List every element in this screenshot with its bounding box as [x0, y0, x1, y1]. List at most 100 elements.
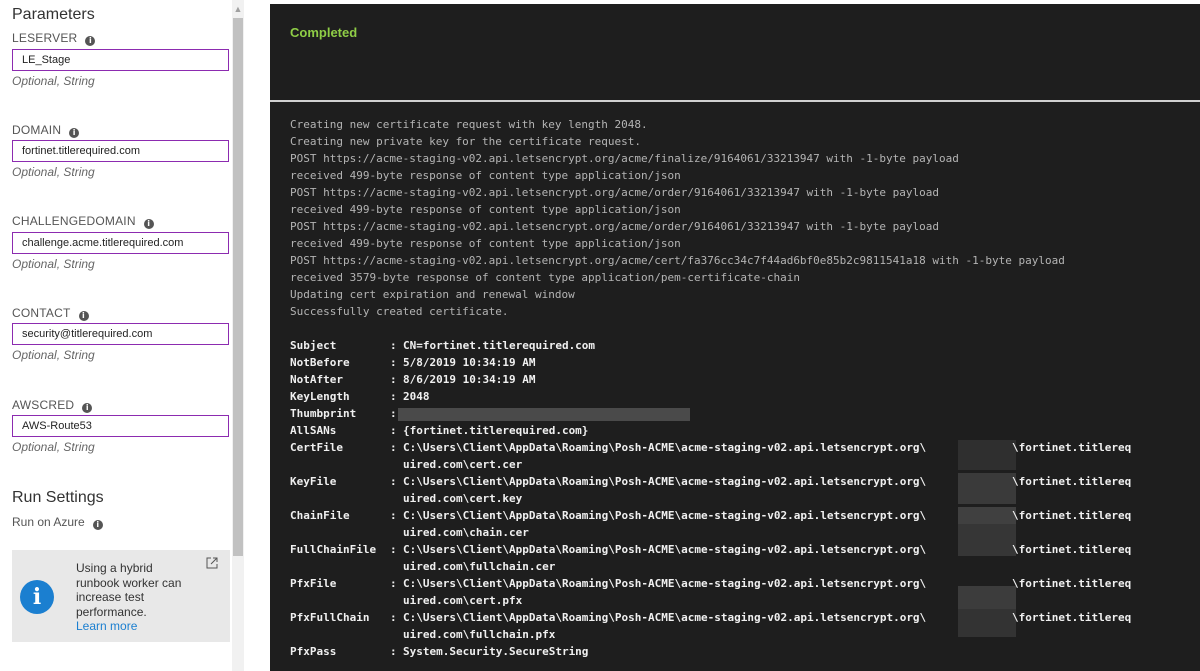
prop-value-end: \fortinet.titlereq [1012, 611, 1132, 624]
param-hint: Optional, String [12, 440, 95, 454]
domain-input[interactable] [12, 140, 229, 162]
prop-value: C:\Users\Client\AppData\Roaming\Posh-ACM… [403, 543, 927, 556]
prop-separator: : [390, 441, 397, 454]
prop-separator: : [390, 645, 397, 658]
param-hint: Optional, String [12, 348, 95, 362]
log-line: received 499-byte response of content ty… [290, 237, 681, 250]
leserver-input[interactable] [12, 49, 229, 71]
prop-key: PfxFullChain [290, 611, 370, 624]
prop-key: FullChainFile [290, 543, 377, 556]
prop-value: C:\Users\Client\AppData\Roaming\Posh-ACM… [403, 441, 927, 454]
prop-separator: : [390, 611, 397, 624]
info-icon[interactable]: i [143, 219, 154, 229]
prop-separator: : [390, 373, 397, 386]
param-hint: Optional, String [12, 74, 95, 88]
panel-gap [244, 0, 270, 671]
log-line: Updating cert expiration and renewal win… [290, 288, 575, 301]
param-label-challengedomain: CHALLENGEDOMAIN i [12, 214, 154, 229]
prop-key: KeyLength [290, 390, 350, 403]
redacted-path [958, 440, 1016, 470]
redacted-thumbprint [398, 408, 690, 421]
info-icon[interactable]: i [85, 36, 96, 46]
hybrid-worker-text: Using a hybrid runbook worker can increa… [76, 561, 182, 619]
job-status: Completed [290, 25, 358, 40]
log-line: received 499-byte response of content ty… [290, 169, 681, 182]
info-icon[interactable]: i [69, 128, 80, 138]
prop-key: AllSANs [290, 424, 337, 437]
redacted-path [958, 609, 1016, 637]
prop-key: NotBefore [290, 356, 350, 369]
prop-value: 5/8/2019 10:34:19 AM [403, 356, 536, 369]
awscred-input[interactable] [12, 415, 229, 437]
prop-value: CN=fortinet.titlerequired.com [403, 339, 596, 352]
info-icon[interactable]: i [82, 403, 93, 413]
run-on-label: Run on Azure i [12, 515, 103, 530]
prop-value-end: \fortinet.titlereq [1012, 441, 1132, 454]
redacted-path [958, 524, 1016, 556]
challengedomain-input[interactable] [12, 232, 229, 254]
param-label-domain: DOMAIN i [12, 123, 80, 138]
prop-separator: : [390, 390, 397, 403]
run-settings-heading: Run Settings [12, 489, 104, 506]
prop-separator: : [390, 424, 397, 437]
prop-key: Thumbprint [290, 407, 357, 420]
output-panel: Completed Creating new certificate reque… [270, 4, 1200, 671]
parameters-panel: Parameters LESERVERi Optional, String DO… [0, 0, 232, 671]
prop-key: NotAfter [290, 373, 343, 386]
prop-value: C:\Users\Client\AppData\Roaming\Posh-ACM… [403, 611, 927, 624]
parameters-heading: Parameters [12, 6, 95, 23]
prop-key: PfxPass [290, 645, 337, 658]
prop-value-cont: uired.com\fullchain.cer [403, 560, 556, 573]
prop-value-cont: uired.com\cert.key [403, 492, 523, 505]
prop-value: System.Security.SecureString [403, 645, 589, 658]
scrollbar-thumb[interactable] [233, 18, 243, 556]
prop-value-cont: uired.com\cert.cer [403, 458, 523, 471]
external-link-icon[interactable] [206, 557, 218, 572]
prop-separator: : [390, 475, 397, 488]
prop-value: 8/6/2019 10:34:19 AM [403, 373, 536, 386]
prop-separator: : [390, 509, 397, 522]
prop-value: C:\Users\Client\AppData\Roaming\Posh-ACM… [403, 475, 927, 488]
param-label-leserver: LESERVER i [12, 31, 96, 46]
prop-value: {fortinet.titlerequired.com} [403, 424, 589, 437]
info-icon[interactable]: i [92, 520, 103, 530]
log-line: Creating new private key for the certifi… [290, 135, 641, 148]
prop-value: 2048 [403, 390, 430, 403]
prop-value-cont: uired.com\cert.pfx [403, 594, 523, 607]
prop-key: Subject [290, 339, 337, 352]
param-label-awscred: AWSCRED i [12, 398, 93, 413]
prop-value-end: \fortinet.titlereq [1012, 543, 1132, 556]
output-divider [270, 100, 1200, 102]
prop-separator: : [390, 577, 397, 590]
prop-value-end: \fortinet.titlereq [1012, 509, 1132, 522]
job-status-bar: Completed [270, 4, 1200, 100]
prop-key: CertFile [290, 441, 343, 454]
log-line: POST https://acme-staging-v02.api.letsen… [290, 254, 1065, 267]
prop-value-cont: uired.com\chain.cer [403, 526, 529, 539]
prop-key: ChainFile [290, 509, 350, 522]
left-panel-scrollbar[interactable]: ▲ [232, 0, 244, 671]
output-console: Creating new certificate request with ke… [270, 104, 1200, 671]
learn-more-link[interactable]: Learn more [76, 619, 137, 633]
log-line: Successfully created certificate. [290, 305, 509, 318]
param-hint: Optional, String [12, 165, 95, 179]
scroll-up-arrow-icon[interactable]: ▲ [232, 2, 244, 16]
prop-separator: : [390, 407, 397, 420]
prop-separator: : [390, 543, 397, 556]
info-icon: i [20, 580, 54, 614]
contact-input[interactable] [12, 323, 229, 345]
prop-value: C:\Users\Client\AppData\Roaming\Posh-ACM… [403, 509, 927, 522]
hybrid-worker-info-box: i Using a hybrid runbook worker can incr… [12, 550, 230, 642]
prop-value-end: \fortinet.titlereq [1012, 475, 1132, 488]
log-line: Creating new certificate request with ke… [290, 118, 648, 131]
log-line: received 499-byte response of content ty… [290, 203, 681, 216]
prop-separator: : [390, 339, 397, 352]
log-line: POST https://acme-staging-v02.api.letsen… [290, 152, 959, 165]
info-icon[interactable]: i [78, 311, 89, 321]
log-line: POST https://acme-staging-v02.api.letsen… [290, 186, 940, 199]
prop-key: KeyFile [290, 475, 337, 488]
log-line: received 3579-byte response of content t… [290, 271, 800, 284]
prop-value-end: \fortinet.titlereq [1012, 577, 1132, 590]
param-hint: Optional, String [12, 257, 95, 271]
prop-separator: : [390, 356, 397, 369]
